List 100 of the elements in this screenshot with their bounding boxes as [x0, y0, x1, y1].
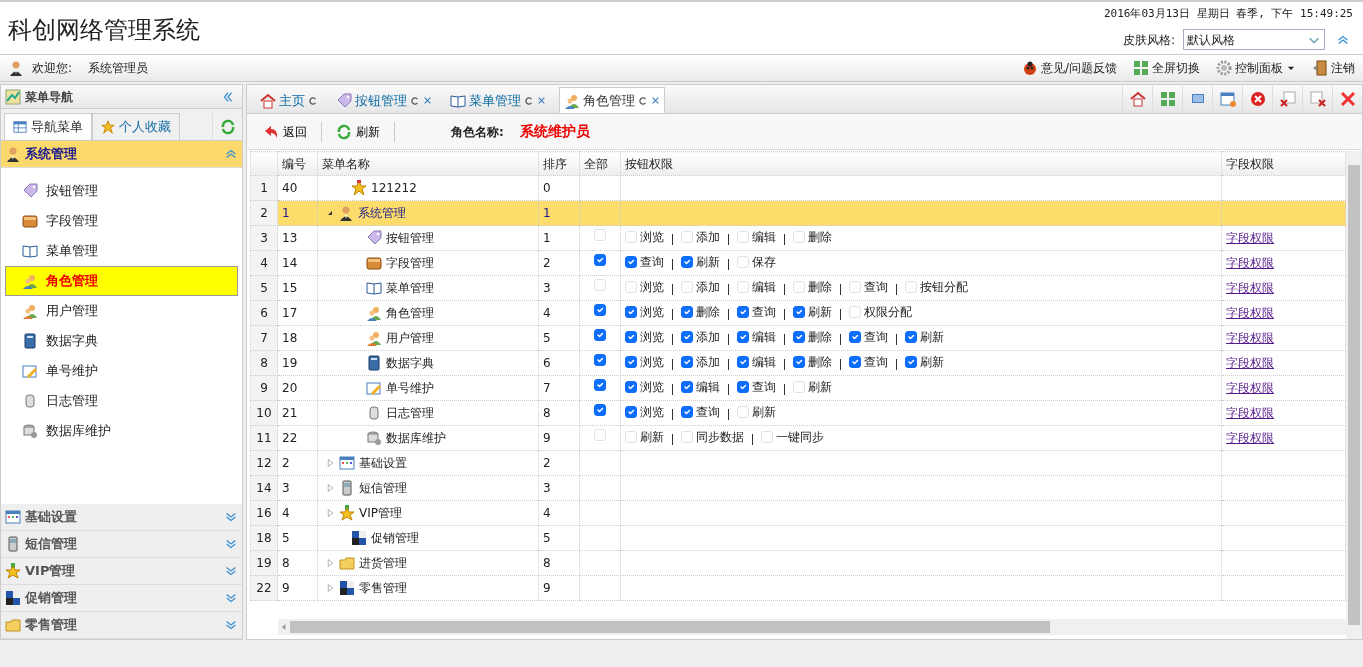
tree-cell[interactable]: 单号维护 — [317, 375, 539, 401]
permission-checkbox[interactable] — [625, 356, 637, 368]
tree-cell[interactable]: 字段管理 — [317, 250, 539, 276]
select-all-checkbox[interactable] — [594, 329, 606, 341]
accordion-header[interactable]: 促销管理 — [1, 585, 242, 612]
column-header[interactable]: 排序 — [538, 151, 580, 176]
permission-checkbox[interactable] — [625, 306, 637, 318]
permission-checkbox[interactable] — [681, 381, 693, 393]
table-cell: 3 — [538, 275, 580, 301]
sidebar-item[interactable]: 数据库维护 — [5, 416, 238, 446]
sidebar-item[interactable]: 日志管理 — [5, 386, 238, 416]
row-number: 8 — [250, 350, 278, 376]
permission-checkbox[interactable] — [625, 381, 637, 393]
tree-cell[interactable]: 日志管理 — [317, 400, 539, 426]
tree-cell[interactable]: 基础设置 — [317, 450, 539, 476]
table-cell: 8 — [277, 550, 318, 576]
tree-cell[interactable]: 角色管理 — [317, 300, 539, 326]
permission-checkbox[interactable] — [793, 331, 805, 343]
accordion-header[interactable]: 系统管理 — [1, 141, 242, 168]
menu-name: 数据字典 — [386, 355, 434, 372]
double-chevron-down-icon — [224, 618, 238, 632]
tab[interactable]: 菜单管理 — [445, 87, 551, 113]
tree-cell[interactable]: 系统管理 — [317, 200, 539, 226]
accordion-header[interactable]: 零售管理 — [1, 612, 242, 639]
permission-checkbox[interactable] — [849, 331, 861, 343]
skin-value: 默认风格 — [1187, 31, 1235, 49]
close-icon — [651, 96, 660, 105]
toolbar-link[interactable]: 意见/问题反馈 — [1021, 59, 1117, 77]
permission-checkbox[interactable] — [681, 406, 693, 418]
toolbar-link[interactable]: 全屏切换 — [1133, 59, 1200, 77]
person-icon — [5, 146, 21, 162]
tree-cell[interactable]: 121212 — [317, 175, 539, 201]
column-header[interactable]: 全部 — [579, 151, 621, 176]
sidebar-item[interactable]: 角色管理 — [5, 266, 238, 296]
sidebar-item[interactable]: 单号维护 — [5, 356, 238, 386]
permission-checkbox[interactable] — [737, 306, 749, 318]
permission-checkbox[interactable] — [737, 356, 749, 368]
permission-label: 删除 — [808, 229, 832, 246]
toolbar-button[interactable]: 刷新 — [330, 122, 386, 141]
permission-checkbox[interactable] — [625, 256, 637, 268]
tree-cell[interactable]: 数据字典 — [317, 350, 539, 376]
select-all-checkbox[interactable] — [594, 254, 606, 266]
permission-checkbox[interactable] — [681, 331, 693, 343]
accordion-header[interactable]: 基础设置 — [1, 504, 242, 531]
document-close-icon — [1279, 91, 1296, 107]
sidebar-tab[interactable]: 导航菜单 — [4, 113, 92, 140]
tree-cell[interactable]: 数据库维护 — [317, 425, 539, 451]
toolbar-link[interactable]: 注销 — [1312, 59, 1355, 77]
sidebar-item[interactable]: 按钮管理 — [5, 176, 238, 206]
sidebar-tab[interactable]: 个人收藏 — [92, 113, 180, 140]
column-header[interactable]: 字段权限 — [1221, 151, 1346, 176]
users-icon — [564, 92, 580, 109]
toolbar-link[interactable]: 控制面板 — [1216, 59, 1296, 77]
permission-checkbox[interactable] — [625, 331, 637, 343]
toolbar-button[interactable]: 返回 — [257, 122, 313, 141]
permission-checkbox[interactable] — [625, 406, 637, 418]
sidebar-item[interactable]: 字段管理 — [5, 206, 238, 236]
vertical-scrollbar[interactable] — [1346, 151, 1362, 639]
permission-label: 同步数据 — [696, 429, 744, 446]
tree-cell[interactable]: 零售管理 — [317, 575, 539, 601]
book-icon — [22, 243, 38, 259]
table-cell: 17 — [277, 300, 318, 326]
permission-label: 刷新 — [640, 429, 664, 446]
permission-checkbox[interactable] — [681, 306, 693, 318]
select-all-checkbox[interactable] — [594, 379, 606, 391]
select-all-checkbox[interactable] — [594, 304, 606, 316]
tab[interactable]: 按钮管理 — [331, 87, 437, 113]
tab[interactable]: 主页 — [255, 87, 323, 113]
column-header[interactable]: 按钮权限 — [620, 151, 1222, 176]
permission-checkbox[interactable] — [681, 256, 693, 268]
column-header[interactable]: 菜单名称 — [317, 151, 539, 176]
permission-checkbox[interactable] — [905, 331, 917, 343]
sidebar-item[interactable]: 用户管理 — [5, 296, 238, 326]
column-header[interactable]: 编号 — [277, 151, 318, 176]
permission-checkbox[interactable] — [793, 306, 805, 318]
tab[interactable]: 角色管理 — [559, 87, 665, 113]
horizontal-scrollbar[interactable] — [278, 619, 1346, 635]
tree-cell[interactable]: VIP管理 — [317, 500, 539, 526]
permission-checkbox[interactable] — [681, 356, 693, 368]
sidebar-item[interactable]: 数据字典 — [5, 326, 238, 356]
permission-checkbox[interactable] — [793, 356, 805, 368]
permission-checkbox[interactable] — [905, 356, 917, 368]
permission-checkbox[interactable] — [737, 381, 749, 393]
accordion-header[interactable]: VIP管理 — [1, 558, 242, 585]
accordion-label: 短信管理 — [25, 535, 77, 554]
tree-cell[interactable]: 促销管理 — [317, 525, 539, 551]
tree-cell[interactable]: 菜单管理 — [317, 275, 539, 301]
permission-checkbox[interactable] — [737, 331, 749, 343]
permission-checkbox[interactable] — [849, 356, 861, 368]
select-all-checkbox[interactable] — [594, 404, 606, 416]
tree-cell[interactable]: 短信管理 — [317, 475, 539, 501]
skin-select[interactable]: 默认风格 — [1183, 29, 1325, 50]
menu-name: 日志管理 — [386, 405, 434, 422]
tree-cell[interactable]: 进货管理 — [317, 550, 539, 576]
select-all-checkbox[interactable] — [594, 354, 606, 366]
tree-cell[interactable]: 按钮管理 — [317, 225, 539, 251]
accordion-header[interactable]: 短信管理 — [1, 531, 242, 558]
sidebar-item[interactable]: 菜单管理 — [5, 236, 238, 266]
tree-cell[interactable]: 用户管理 — [317, 325, 539, 351]
permission-label: 添加 — [696, 229, 720, 246]
